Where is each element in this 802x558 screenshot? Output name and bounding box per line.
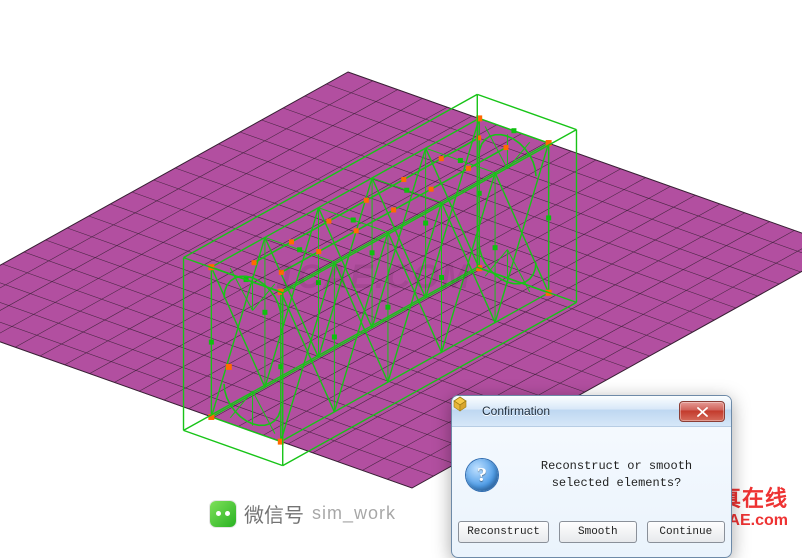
smooth-button[interactable]: Smooth (559, 521, 637, 543)
dialog-title: Confirmation (482, 404, 550, 418)
dialog-message-line1: Reconstruct or smooth (516, 458, 717, 475)
dialog-button-row: Reconstruct Smooth Continue (452, 515, 731, 557)
viewport-3d[interactable]: 1CAE.COM 微信号 sim_work 仿真在线 www.1CAE.com … (0, 0, 802, 546)
dialog-close-button[interactable] (679, 401, 725, 422)
question-icon: ? (466, 459, 498, 491)
dialog-titlebar[interactable]: Confirmation (452, 396, 731, 427)
dialog-message: Reconstruct or smooth selected elements? (516, 458, 717, 493)
dialog-message-line2: selected elements? (516, 475, 717, 492)
dialog-body: ? Reconstruct or smooth selected element… (452, 427, 731, 515)
dialog-app-icon (460, 403, 476, 419)
reconstruct-button[interactable]: Reconstruct (458, 521, 549, 543)
continue-button[interactable]: Continue (647, 521, 725, 543)
confirmation-dialog: Confirmation ? Reconstruct or smooth sel… (451, 395, 732, 558)
